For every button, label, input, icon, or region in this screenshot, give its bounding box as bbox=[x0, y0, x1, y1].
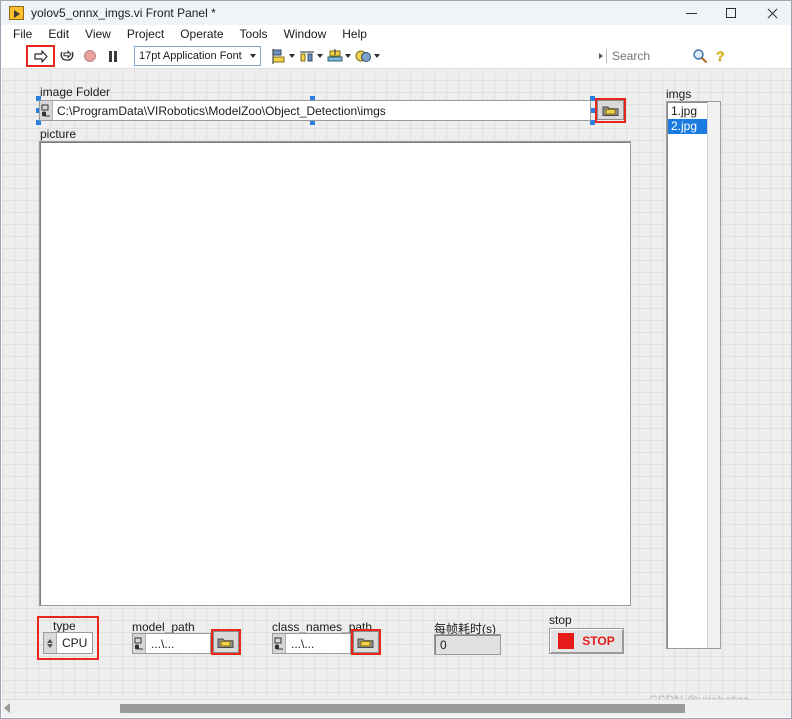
menu-item-file[interactable]: File bbox=[5, 26, 40, 43]
stop-label: stop bbox=[549, 613, 572, 627]
font-selector[interactable]: 17pt Application Font bbox=[134, 46, 261, 66]
search-area: ? bbox=[599, 46, 729, 66]
run-continuously-icon bbox=[60, 49, 73, 61]
minimize-icon bbox=[685, 12, 697, 14]
frame-time-value: 0 bbox=[440, 637, 447, 652]
close-icon bbox=[766, 8, 777, 19]
window-controls bbox=[671, 1, 791, 25]
distribute-objects-button[interactable] bbox=[297, 48, 325, 65]
picture-label: picture bbox=[40, 127, 77, 141]
chevron-down-icon bbox=[374, 54, 380, 58]
distribute-objects-icon bbox=[300, 51, 314, 61]
folder-browse-icon bbox=[602, 106, 618, 116]
stop-square-icon bbox=[558, 633, 575, 649]
type-increment-decrement[interactable] bbox=[44, 633, 57, 653]
close-button[interactable] bbox=[751, 1, 791, 25]
model-path-value: ...\... bbox=[151, 636, 175, 651]
menu-item-project[interactable]: Project bbox=[119, 26, 172, 43]
search-magnifier-icon[interactable] bbox=[692, 48, 708, 64]
minimize-button[interactable] bbox=[671, 1, 711, 25]
menu-bar: File Edit View Project Operate Tools Win… bbox=[1, 25, 791, 44]
pause-icon bbox=[109, 50, 117, 62]
toolbar: 17pt Application Font Search ? bbox=[1, 44, 791, 107]
type-value: CPU bbox=[62, 636, 88, 650]
pause-button[interactable] bbox=[102, 46, 124, 66]
menu-item-window[interactable]: Window bbox=[276, 26, 335, 43]
maximize-button[interactable] bbox=[711, 1, 751, 25]
stop-button[interactable]: STOP bbox=[549, 628, 624, 654]
menu-item-help[interactable]: Help bbox=[334, 26, 375, 43]
menu-item-tools[interactable]: Tools bbox=[232, 26, 276, 43]
menu-item-edit[interactable]: Edit bbox=[40, 26, 77, 43]
model-path-browse-button[interactable] bbox=[213, 631, 239, 653]
resize-objects-button[interactable] bbox=[325, 48, 353, 65]
menu-item-operate[interactable]: Operate bbox=[172, 26, 231, 43]
folder-browse-icon bbox=[357, 638, 374, 648]
context-help-question-icon[interactable]: ? bbox=[714, 48, 728, 64]
imgs-label: imgs bbox=[666, 87, 692, 101]
search-input[interactable] bbox=[612, 49, 692, 63]
align-objects-icon bbox=[272, 48, 285, 64]
scroll-left-icon[interactable] bbox=[4, 703, 10, 713]
image-folder-label: image Folder bbox=[40, 85, 111, 99]
run-arrow-icon bbox=[34, 49, 48, 63]
labview-front-panel-window: yolov5_onnx_imgs.vi Front Panel * File E… bbox=[0, 0, 792, 719]
chevron-down-icon bbox=[250, 54, 256, 58]
run-button-highlight bbox=[26, 45, 55, 67]
path-control-icon bbox=[273, 634, 286, 653]
type-enum-control[interactable]: CPU bbox=[43, 632, 93, 654]
resize-objects-icon bbox=[327, 48, 343, 61]
menu-item-view[interactable]: View bbox=[77, 26, 119, 43]
scrollbar-thumb[interactable] bbox=[120, 704, 685, 713]
picture-indicator[interactable] bbox=[39, 141, 631, 606]
decrement-arrow-icon[interactable] bbox=[47, 643, 53, 648]
model-path-label: model_path bbox=[132, 620, 195, 634]
divider bbox=[606, 49, 607, 63]
maximize-icon bbox=[726, 8, 736, 18]
chevron-down-icon bbox=[345, 54, 351, 58]
labview-vi-icon bbox=[9, 6, 24, 20]
class-names-path-browse-button[interactable] bbox=[353, 631, 379, 653]
title-bar: yolov5_onnx_imgs.vi Front Panel * bbox=[1, 1, 791, 25]
abort-execution-button[interactable] bbox=[79, 46, 101, 66]
object-arrangement-group bbox=[269, 48, 382, 65]
frame-time-indicator: 0 bbox=[434, 634, 501, 655]
font-selector-label: 17pt Application Font bbox=[139, 50, 242, 62]
image-folder-browse-button[interactable] bbox=[597, 100, 624, 120]
imgs-listbox[interactable]: 1.jpg 2.jpg bbox=[666, 101, 721, 649]
reorder-objects-button[interactable] bbox=[353, 48, 382, 65]
class-names-path-value: ...\... bbox=[291, 636, 315, 651]
model-path-control[interactable]: ...\... bbox=[132, 633, 211, 654]
stop-button-text: STOP bbox=[582, 634, 615, 648]
reorder-objects-icon bbox=[355, 50, 371, 62]
search-dropdown-icon[interactable] bbox=[599, 53, 603, 59]
svg-text:?: ? bbox=[716, 48, 725, 64]
path-control-icon bbox=[40, 101, 53, 120]
increment-arrow-icon[interactable] bbox=[47, 638, 53, 643]
type-label: type bbox=[53, 619, 76, 633]
run-button[interactable] bbox=[30, 46, 52, 66]
align-objects-button[interactable] bbox=[269, 48, 297, 65]
window-title: yolov5_onnx_imgs.vi Front Panel * bbox=[31, 6, 216, 20]
path-control-icon bbox=[133, 634, 146, 653]
horizontal-scrollbar[interactable] bbox=[2, 699, 791, 717]
folder-browse-icon bbox=[217, 638, 234, 648]
imgs-listbox-scrollbar[interactable] bbox=[707, 102, 720, 648]
image-folder-path-value: C:\ProgramData\VIRobotics\ModelZoo\Objec… bbox=[57, 103, 386, 118]
image-folder-path-control[interactable]: C:\ProgramData\VIRobotics\ModelZoo\Objec… bbox=[39, 100, 591, 121]
abort-execution-icon bbox=[84, 50, 96, 62]
chevron-down-icon bbox=[317, 54, 323, 58]
run-continuously-button[interactable] bbox=[56, 46, 78, 66]
class-names-path-control[interactable]: ...\... bbox=[272, 633, 351, 654]
chevron-down-icon bbox=[289, 54, 295, 58]
